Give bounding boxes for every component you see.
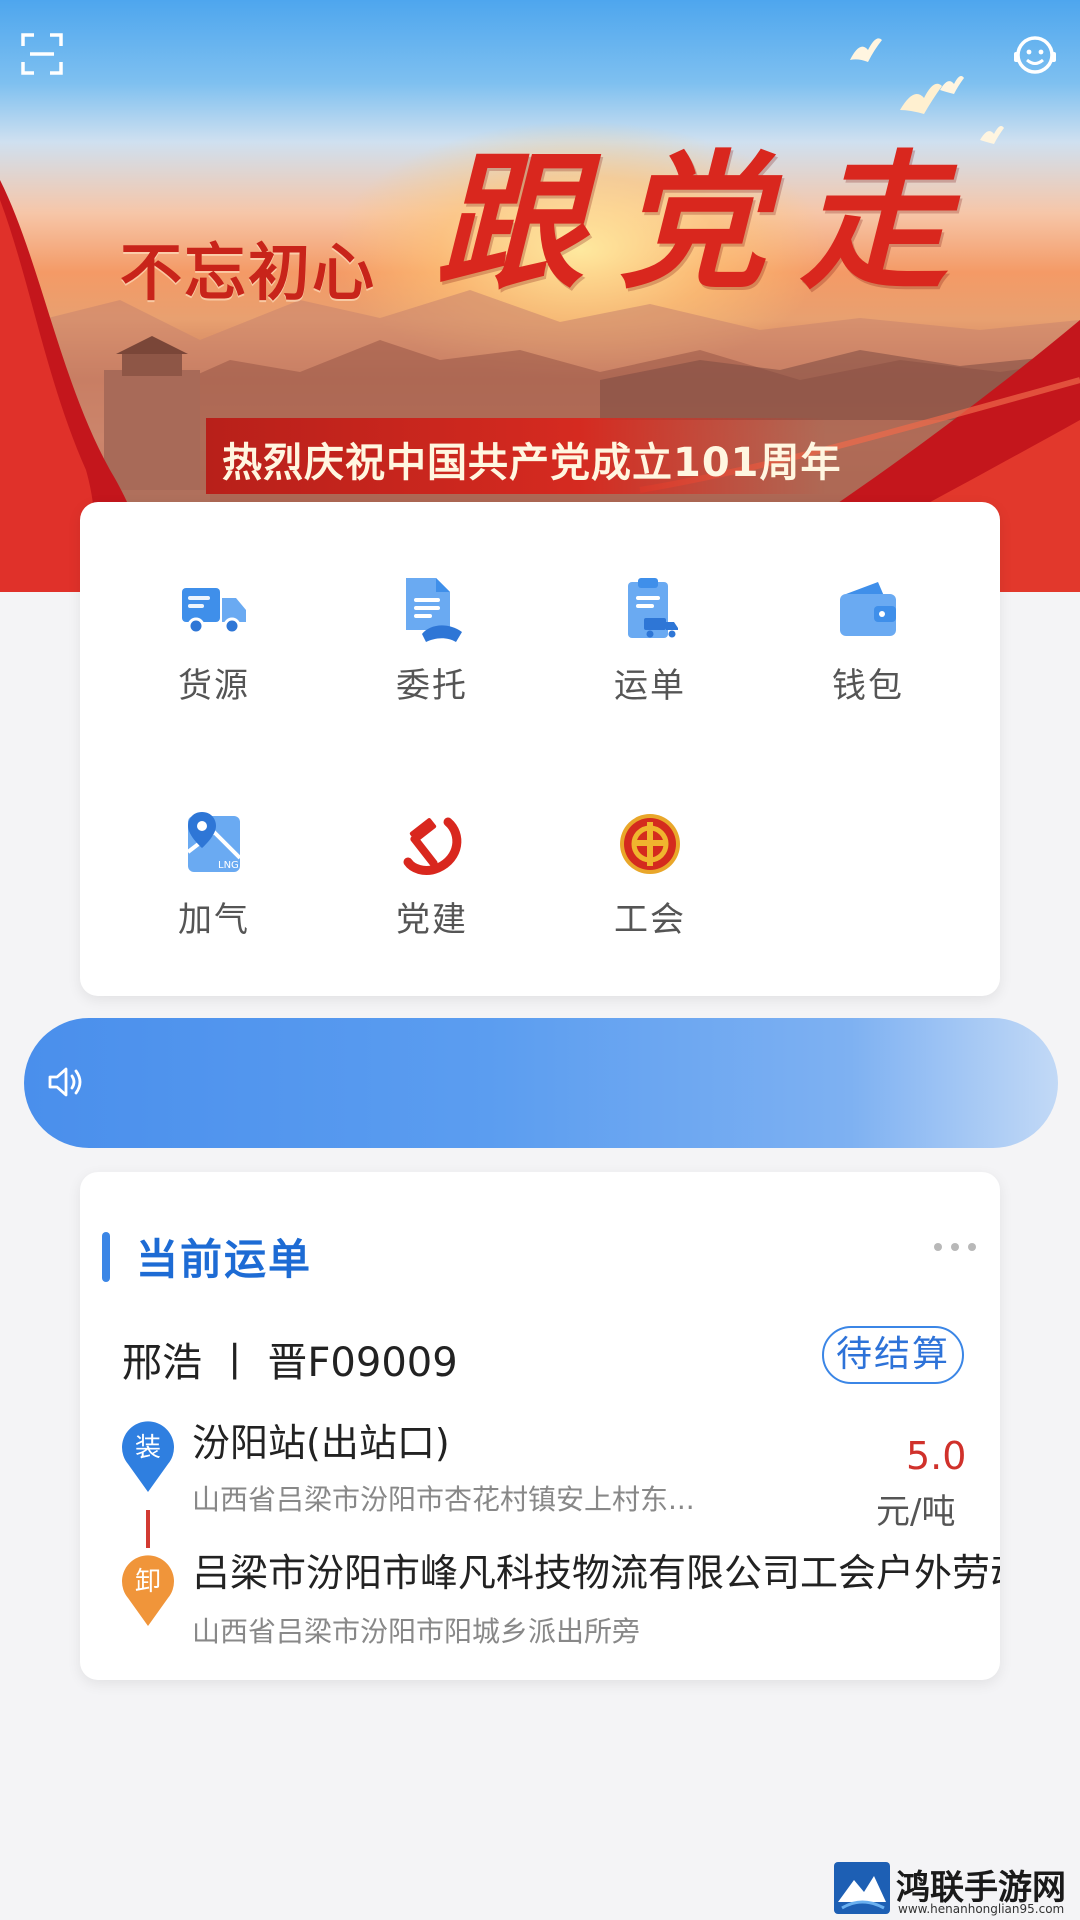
unload-pin-icon: 卸 <box>120 1552 176 1628</box>
menu-label: 运单 <box>614 666 686 706</box>
menu-label: 党建 <box>396 900 468 940</box>
load-station-name: 汾阳站(出站口) <box>192 1421 450 1465</box>
announcement-bar[interactable] <box>24 1018 1058 1148</box>
slogan-left: 不忘初心 <box>120 236 377 309</box>
menu-item-huoyuan[interactable]: 货源 <box>114 574 314 724</box>
more-icon[interactable] <box>932 1232 978 1262</box>
unload-station-name: 吕梁市汾阳市峰凡科技物流有限公司工会户外劳动者爱 <box>192 1551 1000 1595</box>
document-hand-icon <box>396 574 468 646</box>
truck-icon <box>178 574 250 646</box>
watermark-url: www.henanhonglian95.com <box>898 1902 1065 1916</box>
function-menu-card: 货源 委托 运单 钱包 LNG 加气 党建 工会 <box>80 502 1000 996</box>
banner-headline: 热烈庆祝中国共产党成立101周年 <box>222 440 842 486</box>
slogan-big: 跟党走 <box>436 135 982 309</box>
route-connector <box>146 1510 150 1548</box>
section-title: 当前运单 <box>136 1235 313 1284</box>
menu-label: 工会 <box>614 900 686 940</box>
menu-label: 钱包 <box>832 666 904 706</box>
price-value: 5.0 <box>906 1434 967 1478</box>
watermark-logo-icon <box>834 1862 890 1914</box>
menu-item-gonghui[interactable]: 工会 <box>550 808 750 958</box>
customer-service-icon[interactable] <box>1012 32 1058 78</box>
menu-item-weituo[interactable]: 委托 <box>332 574 532 724</box>
load-address: 山西省吕梁市汾阳市杏花村镇安上村东... <box>192 1483 695 1516</box>
menu-label: 委托 <box>396 666 468 706</box>
menu-item-jiaqi[interactable]: LNG 加气 <box>114 808 314 958</box>
unload-tag: 卸 <box>135 1567 161 1597</box>
menu-item-yundan[interactable]: 运单 <box>550 574 750 724</box>
clipboard-truck-icon <box>614 574 686 646</box>
current-order-card[interactable]: 当前运单 邢浩 丨 晋F09009 待结算 装 卸 汾阳站(出站口) 山西省吕梁… <box>80 1172 1000 1680</box>
speaker-icon <box>46 1062 86 1102</box>
load-pin-icon: 装 <box>120 1418 176 1494</box>
watermark: 鸿联手游网 www.henanhonglian95.com <box>830 1858 1080 1920</box>
menu-item-dangjian[interactable]: 党建 <box>332 808 532 958</box>
scan-icon[interactable] <box>20 32 64 76</box>
menu-label: 货源 <box>178 666 250 706</box>
status-badge: 待结算 <box>822 1326 964 1384</box>
unload-address: 山西省吕梁市汾阳市阳城乡派出所旁 <box>192 1615 641 1648</box>
wallet-icon <box>832 574 904 646</box>
hammer-sickle-icon <box>396 808 468 880</box>
union-emblem-icon <box>614 808 686 880</box>
driver-plate: 邢浩 丨 晋F09009 <box>122 1340 458 1386</box>
menu-item-qianbao[interactable]: 钱包 <box>768 574 968 724</box>
svg-text:LNG: LNG <box>218 860 239 871</box>
lng-map-icon: LNG <box>178 808 250 880</box>
price-unit: 元/吨 <box>876 1492 956 1532</box>
load-tag: 装 <box>135 1433 161 1463</box>
menu-label: 加气 <box>178 900 250 940</box>
section-accent-bar <box>102 1232 110 1282</box>
